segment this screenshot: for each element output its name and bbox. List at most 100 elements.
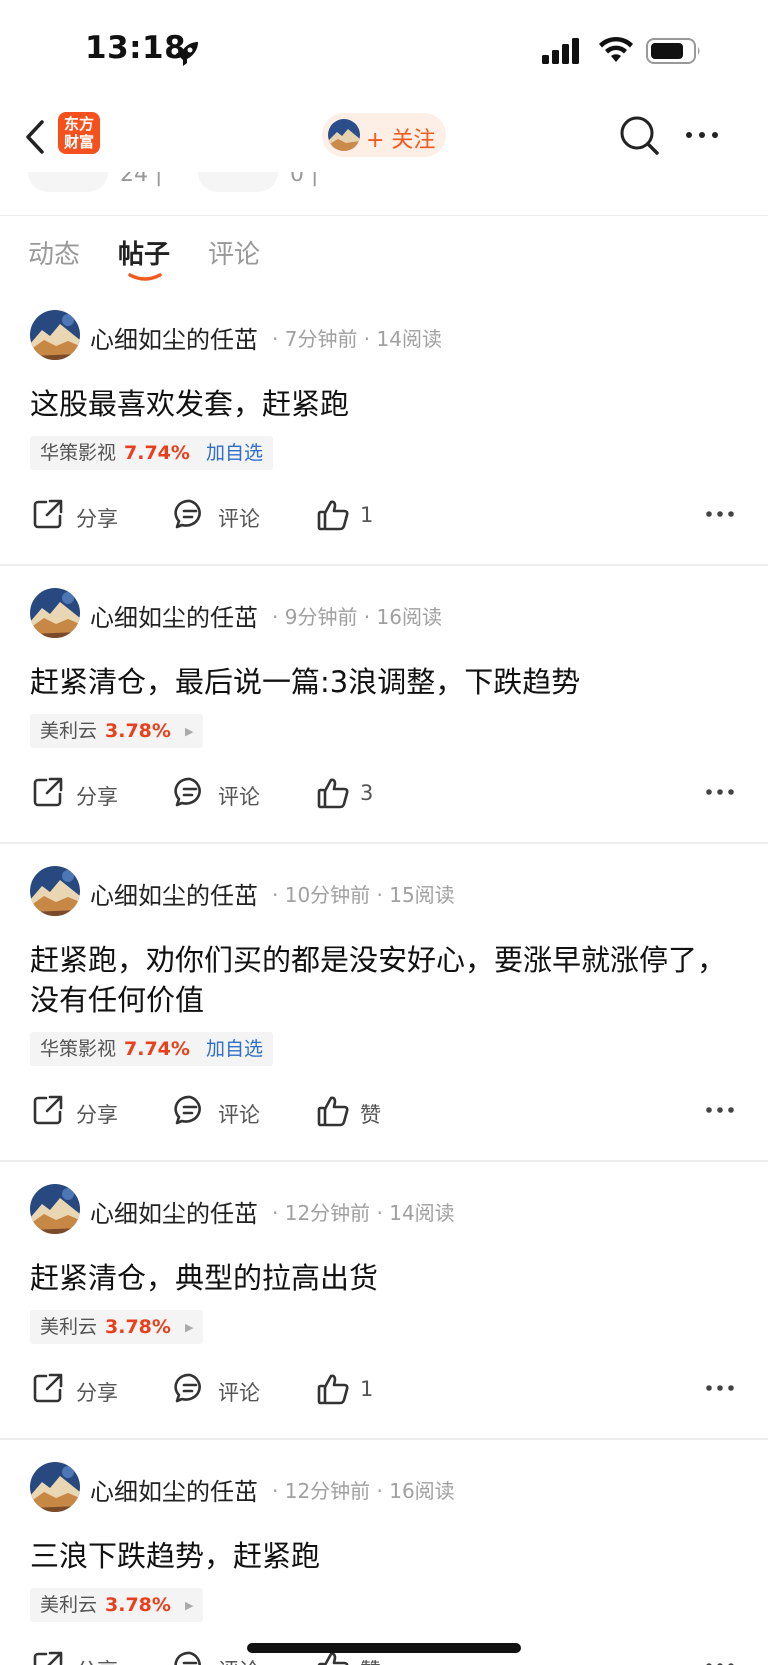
post-meta: · 10分钟前 · 15阅读 [272, 883, 455, 907]
tab-posts[interactable]: 帖子 [118, 234, 170, 271]
add-watchlist-button[interactable]: 加自选 [206, 1038, 263, 1060]
stock-change: 3.78% [105, 1594, 171, 1616]
search-icon[interactable] [618, 114, 660, 156]
user-avatar [328, 119, 360, 151]
stock-change: 3.78% [105, 720, 171, 742]
post-card[interactable]: 心细如尘的任茁 · 10分钟前 · 15阅读 赶紧跑，劝你们买的都是没安好心，要… [0, 844, 768, 1162]
post-meta: · 12分钟前 · 14阅读 [272, 1201, 455, 1225]
post-text[interactable]: 赶紧清仓，典型的拉高出货 [0, 1258, 768, 1298]
author-name[interactable]: 心细如尘的任茁 [90, 320, 258, 355]
like-count: 赞 [360, 1103, 381, 1127]
more-icon[interactable] [682, 120, 722, 150]
like-count: 1 [360, 503, 374, 527]
post-list: 心细如尘的任茁 · 7分钟前 · 14阅读 这股最喜欢发套，赶紧跑 华策影视 7.… [0, 288, 768, 1665]
post-meta: · 9分钟前 · 16阅读 [272, 605, 442, 629]
comment-label: 评论 [218, 1655, 260, 1665]
post-header: 心细如尘的任茁 · 9分钟前 · 16阅读 [0, 566, 768, 662]
avatar[interactable] [30, 1184, 80, 1234]
home-indicator [247, 1643, 521, 1653]
post-header: 心细如尘的任茁 · 12分钟前 · 14阅读 [0, 1162, 768, 1258]
stock-change: 3.78% [105, 1316, 171, 1338]
action-bar: 分享 评论 赞 [0, 1066, 768, 1160]
stock-tag[interactable]: 华策影视 7.74% 加自选 [30, 436, 273, 470]
cellular-signal-icon [542, 38, 579, 64]
stat-value: 24 | [120, 172, 163, 187]
follow-button[interactable]: + 关注 [322, 113, 446, 157]
stat-chip [198, 172, 278, 192]
add-watchlist-button[interactable]: 加自选 [206, 442, 263, 464]
comment-label: 评论 [218, 785, 260, 809]
tab-activity[interactable]: 动态 [28, 234, 80, 271]
share-label: 分享 [76, 1381, 118, 1405]
stat-chip [28, 172, 108, 192]
play-arrow-icon: ▶ [184, 1598, 194, 1612]
status-bar: 13:18 [0, 0, 768, 100]
more-options-icon[interactable] [704, 1102, 736, 1118]
author-name[interactable]: 心细如尘的任茁 [90, 1472, 258, 1507]
rocket-icon [174, 42, 198, 66]
back-icon[interactable] [22, 118, 48, 156]
stock-name: 美利云 [40, 1594, 98, 1616]
stock-tag[interactable]: 华策影视 7.74% 加自选 [30, 1032, 273, 1066]
share-label: 分享 [76, 1103, 118, 1127]
stock-tag[interactable]: 美利云 3.78% ▶ [30, 1588, 204, 1622]
stock-tag[interactable]: 美利云 3.78% ▶ [30, 1310, 204, 1344]
share-label: 分享 [76, 1655, 118, 1665]
comment-label: 评论 [218, 1381, 260, 1405]
post-text[interactable]: 赶紧跑，劝你们买的都是没安好心，要涨早就涨停了，没有任何价值 [0, 940, 768, 1020]
status-time: 13:18 [85, 30, 187, 66]
play-arrow-icon: ▶ [184, 724, 194, 738]
post-text[interactable]: 赶紧清仓，最后说一篇:3浪调整，下跌趋势 [0, 662, 768, 702]
post-card[interactable]: 心细如尘的任茁 · 12分钟前 · 16阅读 三浪下跌趋势，赶紧跑 美利云 3.7… [0, 1440, 768, 1665]
follow-label: + 关注 [366, 128, 436, 153]
stock-name: 华策影视 [40, 1038, 117, 1060]
post-text[interactable]: 这股最喜欢发套，赶紧跑 [0, 384, 768, 424]
more-options-icon[interactable] [704, 1380, 736, 1396]
post-card[interactable]: 心细如尘的任茁 · 12分钟前 · 14阅读 赶紧清仓，典型的拉高出货 美利云 3… [0, 1162, 768, 1440]
tab-comments[interactable]: 评论 [208, 234, 260, 271]
author-name[interactable]: 心细如尘的任茁 [90, 598, 258, 633]
profile-stats-partial: 24 | 0 | [0, 172, 768, 216]
avatar[interactable] [30, 310, 80, 360]
like-count: 3 [360, 781, 374, 805]
play-arrow-icon: ▶ [184, 1320, 194, 1334]
action-bar: 分享 评论 3 [0, 748, 768, 842]
action-bar: 分享 评论 1 [0, 1344, 768, 1438]
avatar[interactable] [30, 866, 80, 916]
more-options-icon[interactable] [704, 784, 736, 800]
comment-label: 评论 [218, 1103, 260, 1127]
avatar[interactable] [30, 588, 80, 638]
stock-change: 7.74% [124, 442, 190, 464]
more-options-icon[interactable] [704, 506, 736, 522]
post-header: 心细如尘的任茁 · 7分钟前 · 14阅读 [0, 288, 768, 384]
author-name[interactable]: 心细如尘的任茁 [90, 876, 258, 911]
avatar[interactable] [30, 1462, 80, 1512]
post-card[interactable]: 心细如尘的任茁 · 9分钟前 · 16阅读 赶紧清仓，最后说一篇:3浪调整，下跌… [0, 566, 768, 844]
post-text[interactable]: 三浪下跌趋势，赶紧跑 [0, 1536, 768, 1576]
stock-name: 华策影视 [40, 442, 117, 464]
stock-name: 美利云 [40, 720, 98, 742]
wifi-icon [599, 36, 633, 62]
author-name[interactable]: 心细如尘的任茁 [90, 1194, 258, 1229]
stat-value: 0 | [290, 172, 319, 187]
share-label: 分享 [76, 507, 118, 531]
post-header: 心细如尘的任茁 · 10分钟前 · 15阅读 [0, 844, 768, 940]
comment-label: 评论 [218, 507, 260, 531]
app-logo-line2: 财富 [63, 133, 94, 151]
stock-tag[interactable]: 美利云 3.78% ▶ [30, 714, 204, 748]
more-options-icon[interactable] [704, 1658, 736, 1665]
app-logo: 东方 财富 [58, 112, 100, 154]
stock-change: 7.74% [124, 1038, 190, 1060]
action-bar: 分享 评论 1 [0, 470, 768, 564]
app-logo-line1: 东方 [63, 115, 94, 133]
active-tab-indicator [128, 273, 162, 281]
nav-bar: 东方 财富 + 关注 [0, 100, 768, 172]
post-header: 心细如尘的任茁 · 12分钟前 · 16阅读 [0, 1440, 768, 1536]
post-meta: · 12分钟前 · 16阅读 [272, 1479, 455, 1503]
like-count: 赞 [360, 1655, 381, 1665]
content-tabs: 动态 帖子 评论 [0, 216, 768, 288]
share-label: 分享 [76, 785, 118, 809]
battery-icon [646, 38, 700, 64]
post-card[interactable]: 心细如尘的任茁 · 7分钟前 · 14阅读 这股最喜欢发套，赶紧跑 华策影视 7.… [0, 288, 768, 566]
stock-name: 美利云 [40, 1316, 98, 1338]
